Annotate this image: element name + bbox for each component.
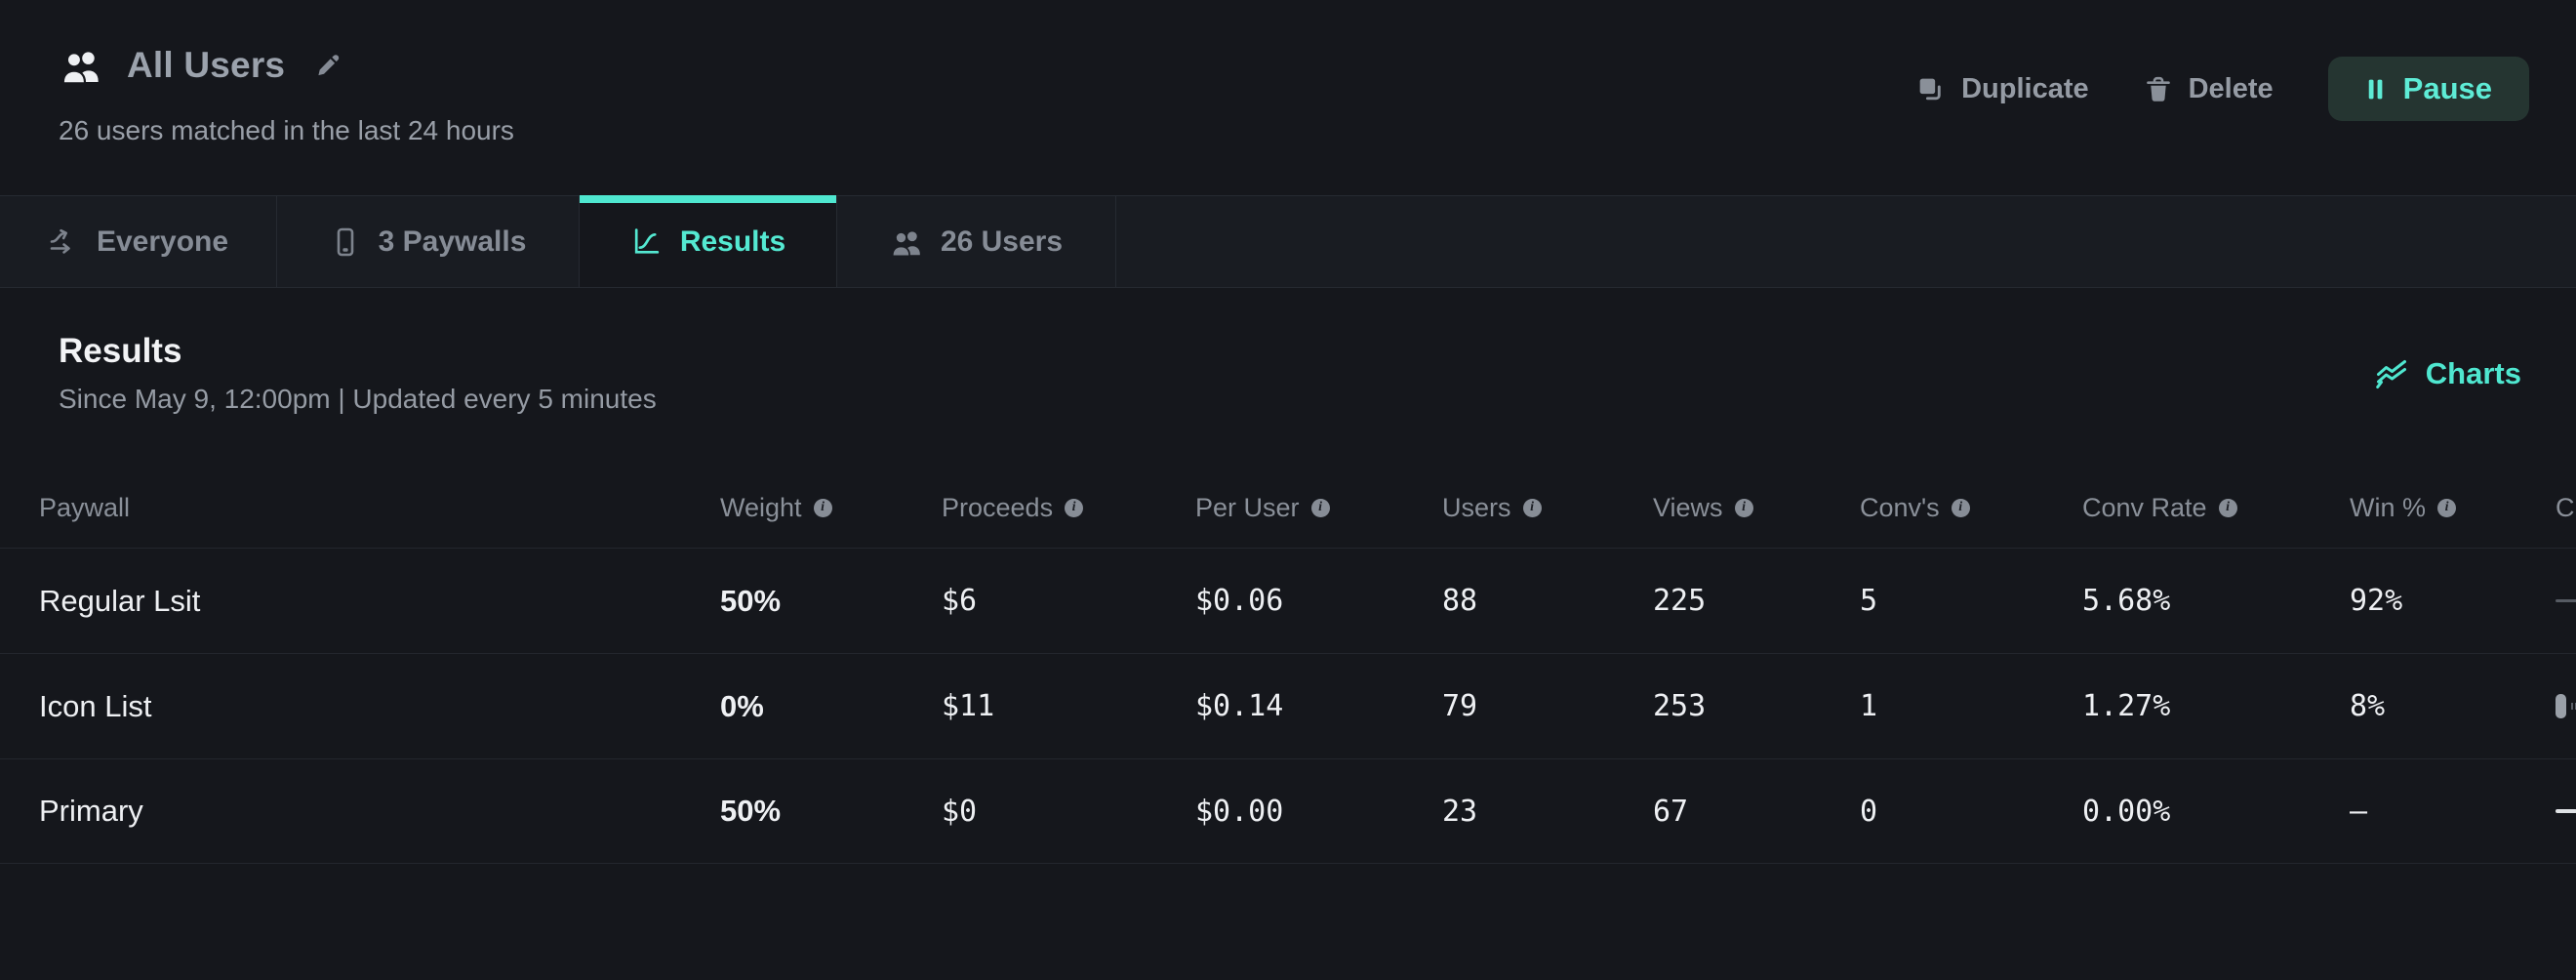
column-header-proceeds: Proceedsi [942, 493, 1195, 523]
clipped-dots [2571, 703, 2576, 710]
clipped-dash [2556, 599, 2576, 602]
users-icon [59, 47, 103, 84]
charts-button[interactable]: Charts [2374, 356, 2521, 391]
results-subtitle: Since May 9, 12:00pm | Updated every 5 m… [59, 384, 657, 415]
results-panel: Results Since May 9, 12:00pm | Updated e… [0, 288, 2576, 864]
results-heading: Results Since May 9, 12:00pm | Updated e… [59, 332, 657, 415]
pencil-icon [314, 52, 342, 79]
column-header-convs: Conv'si [1860, 493, 2082, 523]
column-header-conv-rate: Conv Ratei [2082, 493, 2350, 523]
column-header-clipped: C [2556, 493, 2576, 523]
line-chart-icon [630, 225, 663, 258]
per-user-cell: $0.00 [1195, 795, 1442, 829]
column-header-users: Usersi [1442, 493, 1653, 523]
conv-rate-cell: 0.00% [2082, 795, 2350, 829]
results-table: Paywall Weighti Proceedsi Per Useri User… [0, 468, 2576, 864]
clipped-cell [2556, 599, 2576, 602]
info-icon[interactable]: i [2219, 499, 2237, 517]
weight-cell: 50% [720, 794, 942, 829]
clipped-cell [2556, 809, 2576, 813]
duplicate-button[interactable]: Duplicate [1915, 73, 2089, 105]
info-icon[interactable]: i [1735, 499, 1753, 517]
trend-lines-icon [2374, 358, 2410, 389]
pause-label: Pause [2403, 71, 2492, 106]
users-icon [890, 227, 923, 257]
convs-cell: 0 [1860, 795, 2082, 829]
views-cell: 253 [1653, 689, 1860, 723]
pause-button[interactable]: Pause [2328, 57, 2529, 121]
column-header-views: Viewsi [1653, 493, 1860, 523]
edit-title-button[interactable] [314, 52, 342, 79]
table-header-row: Paywall Weighti Proceedsi Per Useri User… [0, 468, 2576, 548]
duplicate-icon [1915, 74, 1946, 104]
clipped-badge [2556, 694, 2566, 718]
tab-label: 26 Users [941, 225, 1063, 259]
info-icon[interactable]: i [1523, 499, 1542, 517]
trash-icon [2144, 74, 2173, 104]
convs-cell: 1 [1860, 689, 2082, 723]
delete-button[interactable]: Delete [2144, 73, 2274, 105]
convs-cell: 5 [1860, 584, 2082, 618]
column-header-per-user: Per Useri [1195, 493, 1442, 523]
column-header-weight: Weighti [720, 493, 942, 523]
audience-header: All Users 26 users matched in the last 2… [0, 0, 2576, 195]
clipped-cell [2556, 694, 2576, 718]
per-user-cell: $0.06 [1195, 584, 1442, 618]
info-icon[interactable]: i [1065, 499, 1083, 517]
weight-cell: 50% [720, 584, 942, 619]
per-user-cell: $0.14 [1195, 689, 1442, 723]
views-cell: 67 [1653, 795, 1860, 829]
conv-rate-cell: 5.68% [2082, 584, 2350, 618]
proceeds-cell: $11 [942, 689, 1195, 723]
users-cell: 79 [1442, 689, 1653, 723]
tab-label: Everyone [97, 225, 228, 259]
info-icon[interactable]: i [814, 499, 832, 517]
users-cell: 88 [1442, 584, 1653, 618]
users-cell: 23 [1442, 795, 1653, 829]
conv-rate-cell: 1.27% [2082, 689, 2350, 723]
win-pct-cell: 92% [2350, 584, 2556, 618]
column-header-paywall: Paywall [39, 493, 720, 523]
tab-label: Results [680, 225, 785, 259]
info-icon[interactable]: i [1311, 499, 1330, 517]
table-row: Regular Lsit 50% $6 $0.06 88 225 5 5.68%… [0, 548, 2576, 653]
section-tabs: Everyone 3 Paywalls Results [0, 195, 2576, 288]
paywall-name-cell: Icon List [39, 689, 720, 724]
duplicate-label: Duplicate [1961, 73, 2089, 105]
delete-label: Delete [2189, 73, 2274, 105]
audience-header-left: All Users 26 users matched in the last 2… [59, 45, 514, 146]
table-row: Icon List 0% $11 $0.14 79 253 1 1.27% 8% [0, 653, 2576, 758]
charts-label: Charts [2426, 356, 2521, 391]
header-actions: Duplicate Delete Pause [1915, 57, 2529, 121]
tab-results[interactable]: Results [580, 196, 837, 287]
shuffle-arrows-icon [48, 226, 79, 258]
table-row: Primary 50% $0 $0.00 23 67 0 0.00% – [0, 758, 2576, 864]
paywall-name-cell: Primary [39, 794, 720, 829]
views-cell: 225 [1653, 584, 1860, 618]
info-icon[interactable]: i [1952, 499, 1970, 517]
matched-users-subtitle: 26 users matched in the last 24 hours [59, 115, 514, 146]
page-title: All Users [127, 45, 285, 86]
win-pct-cell: 8% [2350, 689, 2556, 723]
tab-users[interactable]: 26 Users [837, 196, 1116, 287]
proceeds-cell: $0 [942, 795, 1195, 829]
phone-icon [330, 226, 361, 258]
proceeds-cell: $6 [942, 584, 1195, 618]
tab-label: 3 Paywalls [379, 225, 527, 259]
tab-everyone[interactable]: Everyone [0, 196, 277, 287]
info-icon[interactable]: i [2437, 499, 2456, 517]
clipped-dash [2556, 809, 2576, 813]
win-pct-cell: – [2350, 795, 2556, 829]
weight-cell: 0% [720, 689, 942, 724]
paywall-name-cell: Regular Lsit [39, 584, 720, 619]
results-title: Results [59, 332, 657, 371]
tab-paywalls[interactable]: 3 Paywalls [277, 196, 580, 287]
pause-icon [2365, 77, 2386, 102]
column-header-win-pct: Win %i [2350, 493, 2556, 523]
